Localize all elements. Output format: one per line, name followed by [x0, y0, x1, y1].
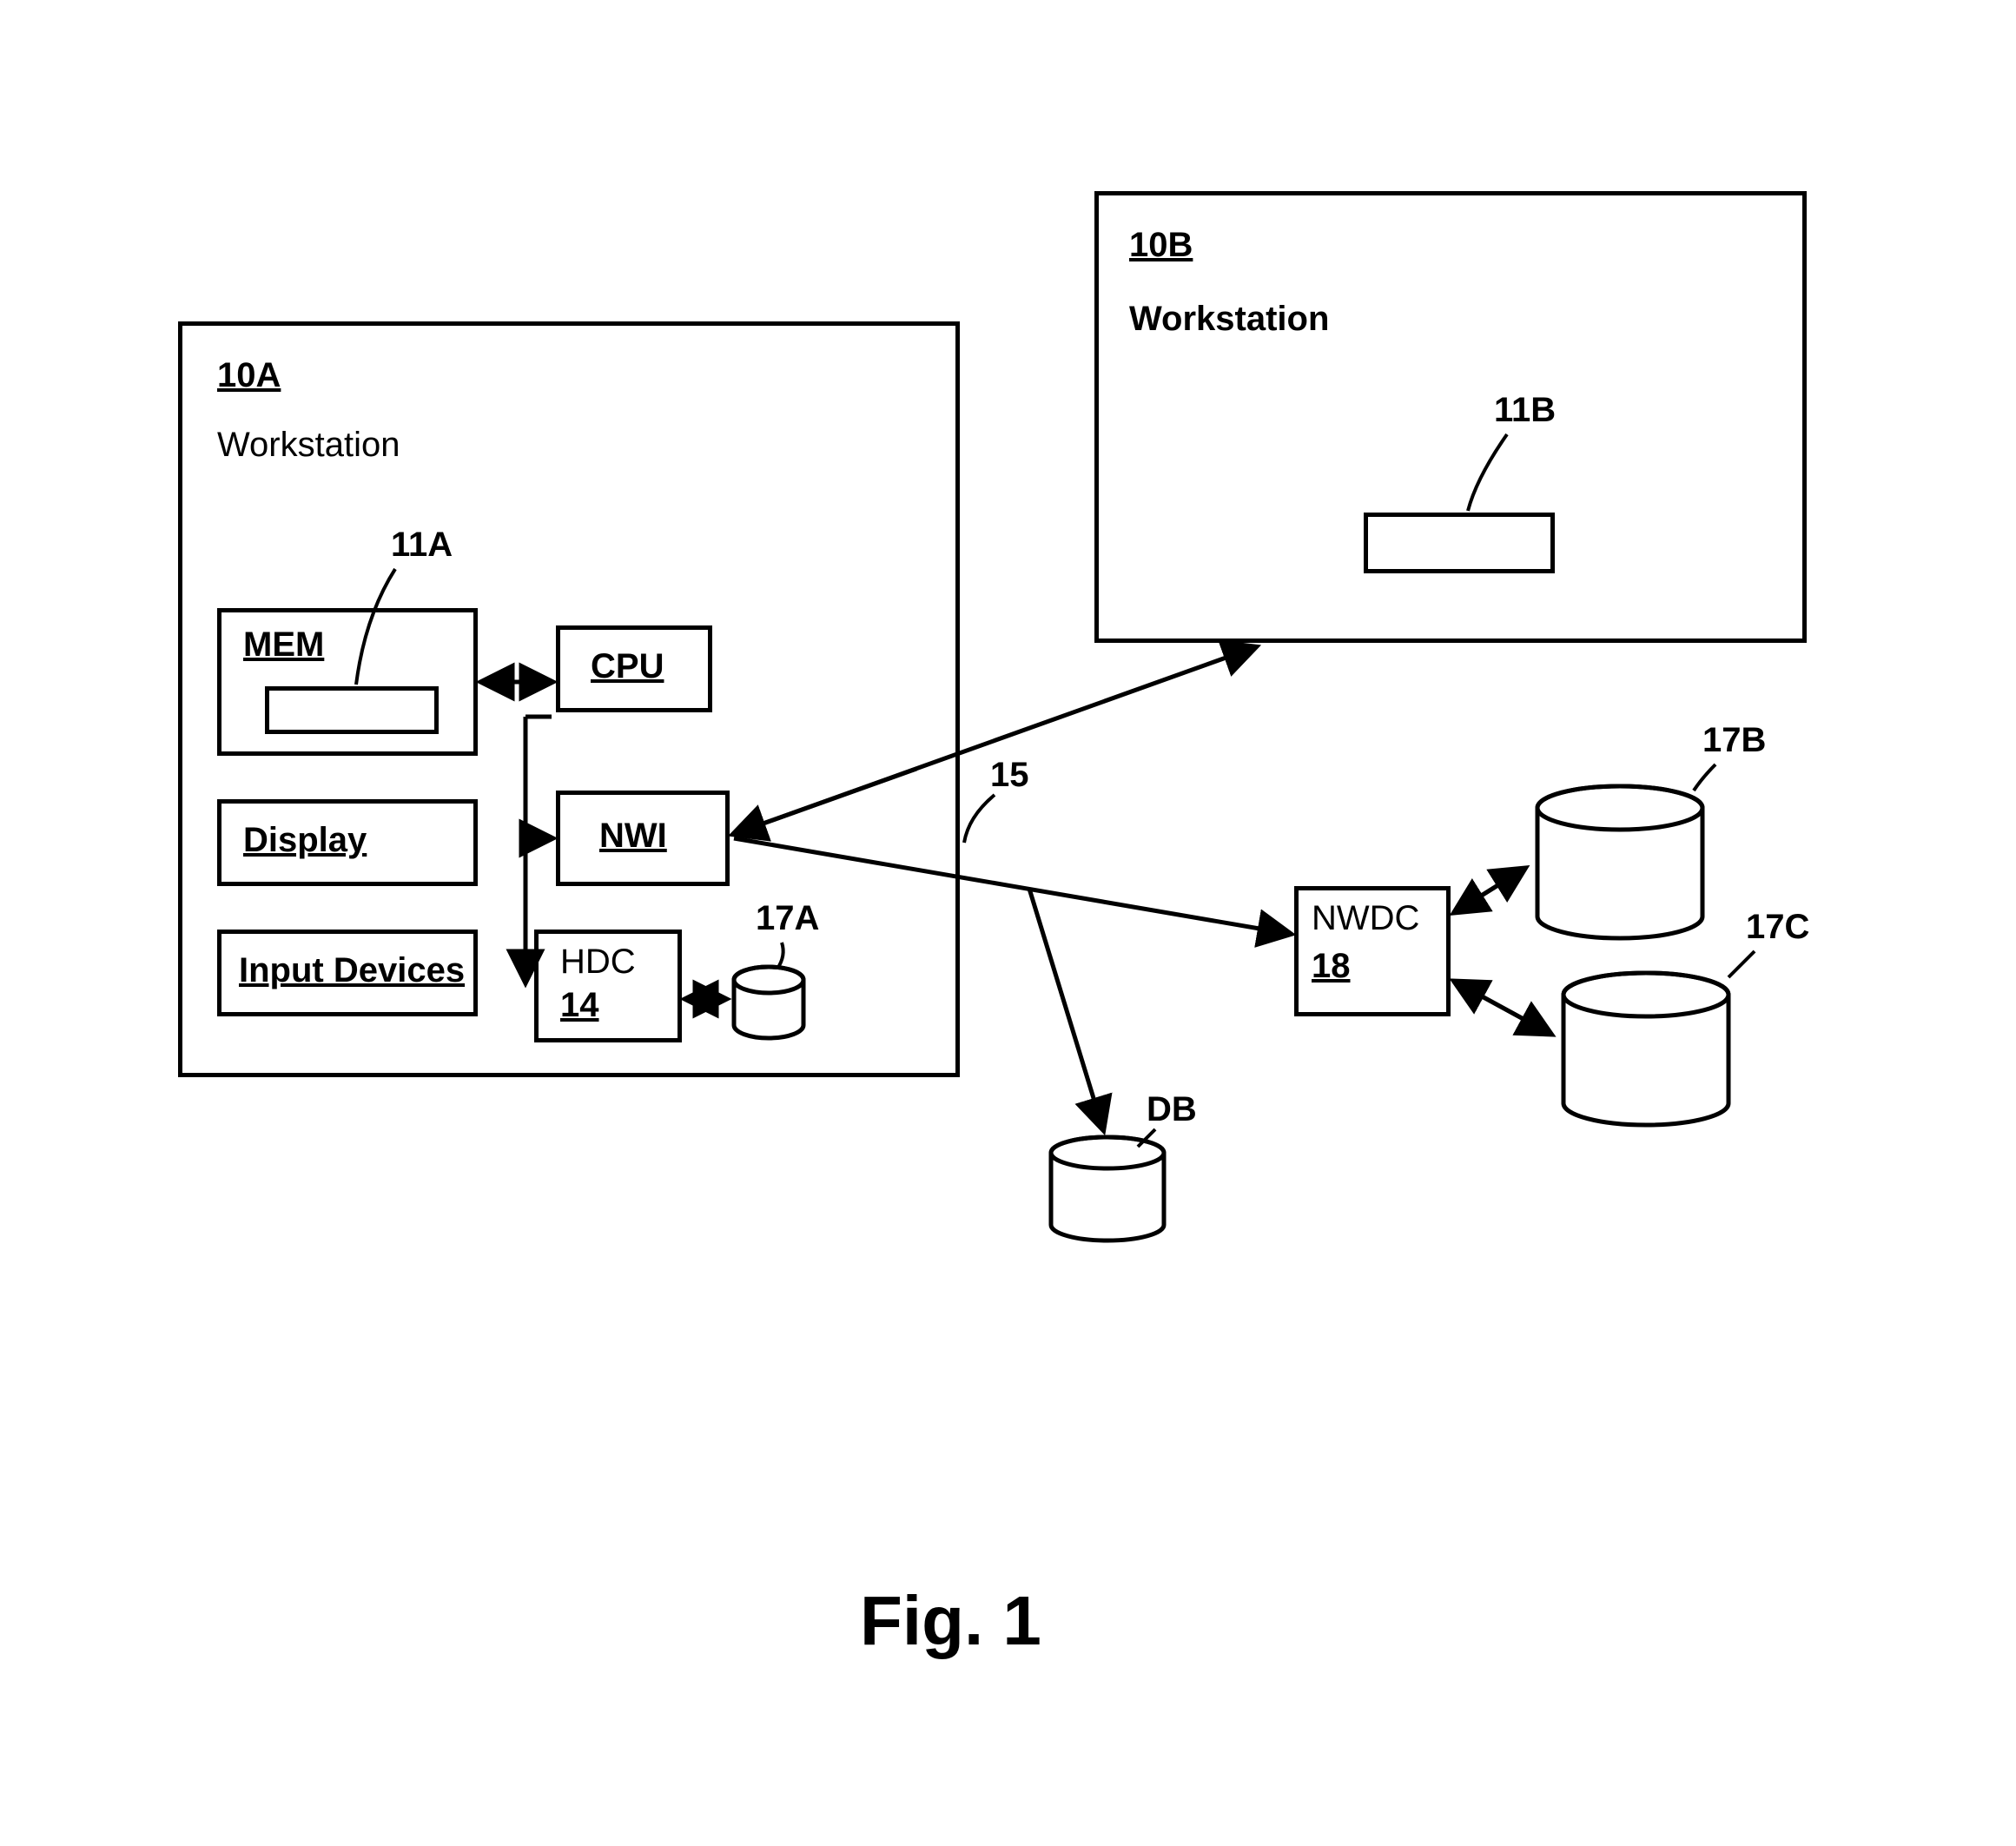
disk-a-callout: 17A — [756, 899, 819, 938]
disk-c-callout: 17C — [1746, 908, 1809, 947]
cpu-label: CPU — [591, 647, 664, 686]
workstation-b-box — [1094, 191, 1807, 643]
nwdc-label: NWDC — [1312, 899, 1419, 938]
mem-label: MEM — [243, 625, 324, 665]
network-ref-15: 15 — [990, 756, 1029, 795]
nwdc-ref: 18 — [1312, 947, 1351, 986]
workstation-a-ref: 10A — [217, 356, 281, 395]
diagram-canvas: 10A Workstation MEM 11A CPU NWI Display … — [0, 0, 2016, 1846]
db-label: DB — [1147, 1090, 1197, 1129]
nwi-label: NWI — [599, 817, 667, 856]
mem-callout-11b: 11B — [1494, 391, 1556, 430]
display-label: Display — [243, 821, 367, 860]
disk-a-icon — [730, 964, 808, 1042]
input-devices-label: Input Devices — [239, 951, 465, 990]
disk-b-icon — [1529, 782, 1711, 947]
mem-inner-block — [265, 686, 439, 734]
mem-callout-11a: 11A — [391, 526, 453, 565]
figure-title: Fig. 1 — [860, 1581, 1041, 1661]
db-icon — [1042, 1134, 1173, 1247]
workstation-b-ref: 10B — [1129, 226, 1193, 265]
disk-b-callout: 17B — [1702, 721, 1766, 760]
workstation-a-name: Workstation — [217, 426, 400, 465]
disk-c-icon — [1555, 969, 1737, 1134]
workstation-b-inner-block — [1364, 513, 1555, 573]
workstation-b-name: Workstation — [1129, 300, 1329, 339]
hdc-label: HDC — [560, 943, 636, 982]
hdc-ref: 14 — [560, 986, 599, 1025]
